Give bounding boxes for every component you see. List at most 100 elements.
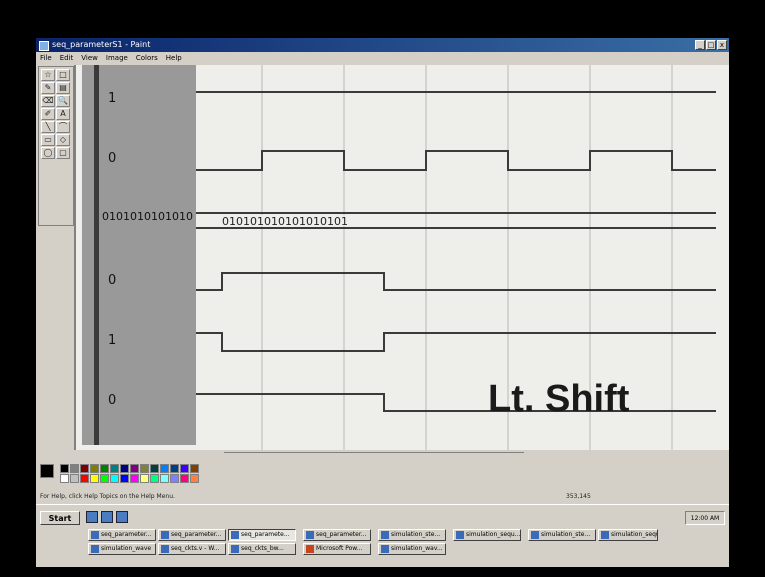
waveform-display: 010101010101010101 — [196, 65, 716, 450]
eraser-tool-icon[interactable]: ✎ — [41, 82, 55, 94]
palette-swatch[interactable] — [60, 464, 69, 473]
current-color-swatch[interactable] — [40, 464, 54, 478]
palette-swatch[interactable] — [160, 474, 169, 483]
palette-swatch[interactable] — [180, 464, 189, 473]
palette-swatch[interactable] — [120, 464, 129, 473]
drawing-canvas[interactable]: 1 0 0101010101010 0 1 0 0101010101010101… — [76, 65, 729, 450]
polygon-tool-icon[interactable]: ◇ — [56, 134, 70, 146]
palette-swatch[interactable] — [130, 464, 139, 473]
taskbar-window-button[interactable]: seq_parameter... — [158, 529, 226, 541]
title-bar: seq_parameterS1 - Paint _ □ x — [36, 38, 729, 52]
palette-swatch[interactable] — [120, 474, 129, 483]
palette-swatch[interactable] — [140, 464, 149, 473]
close-button[interactable]: x — [717, 40, 727, 50]
palette-swatch[interactable] — [190, 464, 199, 473]
palette-swatch[interactable] — [190, 474, 199, 483]
palette-swatch[interactable] — [80, 464, 89, 473]
taskbar-window-button[interactable]: simulation_sequ... — [453, 529, 521, 541]
signal-value-label: 0101010101010 — [102, 210, 193, 223]
menu-view[interactable]: View — [81, 52, 98, 64]
fill-tool-icon[interactable]: ▤ — [56, 82, 70, 94]
taskbar-window-button[interactable]: seq_ckts.v - W... — [158, 543, 226, 555]
signal-value-label: 0 — [108, 151, 117, 166]
palette-swatch[interactable] — [70, 474, 79, 483]
menu-file[interactable]: File — [40, 52, 52, 64]
system-clock: 12:00 AM — [685, 511, 725, 525]
palette-swatch[interactable] — [100, 464, 109, 473]
start-button[interactable]: Start — [40, 511, 80, 525]
rectangle-tool-icon[interactable]: ▭ — [41, 134, 55, 146]
taskbar-window-button[interactable]: Microsoft Pow... — [303, 543, 371, 555]
menu-image[interactable]: Image — [106, 52, 128, 64]
rect-select-tool-icon[interactable]: □ — [56, 69, 70, 81]
palette-swatch[interactable] — [170, 474, 179, 483]
overlay-annotation: Lt. Shift — [488, 378, 630, 420]
minimize-button[interactable]: _ — [695, 40, 705, 50]
taskbar-window-button[interactable]: simulation_wav... — [378, 543, 446, 555]
signal-value-label: 0 — [108, 393, 117, 408]
waveform-signal-3 — [196, 272, 716, 291]
window-title: seq_parameterS1 - Paint — [52, 40, 151, 49]
menu-edit[interactable]: Edit — [60, 52, 74, 64]
bus-value-text: 010101010101010101 — [222, 215, 348, 228]
taskbar-window-button[interactable]: simulation_ste... — [528, 529, 596, 541]
taskbar-window-button[interactable]: simulation_sequ... — [598, 529, 658, 541]
taskbar-window-button[interactable]: seq_parameter... — [88, 529, 156, 541]
window-controls: _ □ x — [695, 40, 727, 50]
rounded-rect-tool-icon[interactable]: ▢ — [56, 147, 70, 159]
palette-swatch[interactable] — [140, 474, 149, 483]
taskbar-window-button[interactable]: seq_ckts_bw... — [228, 543, 296, 555]
pencil-tool-icon[interactable]: ✐ — [41, 108, 55, 120]
column-divider — [94, 65, 99, 445]
palette-swatch[interactable] — [110, 474, 119, 483]
scroll-thumb[interactable] — [224, 452, 524, 459]
palette-swatch[interactable] — [80, 474, 89, 483]
picker-tool-icon[interactable]: ⌫ — [41, 95, 55, 107]
free-select-tool-icon[interactable]: ☆ — [41, 69, 55, 81]
curve-tool-icon[interactable]: ⌒ — [56, 121, 70, 133]
palette-swatch[interactable] — [150, 464, 159, 473]
text-tool-icon[interactable]: A — [56, 108, 70, 120]
horizontal-scrollbar[interactable] — [74, 450, 729, 460]
menu-help[interactable]: Help — [166, 52, 182, 64]
signal-value-label: 1 — [108, 91, 117, 106]
paint-app-icon — [39, 41, 49, 51]
palette-swatch[interactable] — [90, 464, 99, 473]
palette-swatch[interactable] — [110, 464, 119, 473]
palette-swatch[interactable] — [160, 464, 169, 473]
palette-swatch[interactable] — [150, 474, 159, 483]
line-tool-icon[interactable]: ╲ — [41, 121, 55, 133]
waveform-signal-4 — [196, 332, 716, 352]
magnifier-tool-icon[interactable]: 🔍 — [56, 95, 70, 107]
palette-swatch[interactable] — [170, 464, 179, 473]
browser-icon[interactable] — [101, 511, 113, 523]
palette-swatch[interactable] — [90, 474, 99, 483]
ellipse-tool-icon[interactable]: ◯ — [41, 147, 55, 159]
palette-swatch[interactable] — [70, 464, 79, 473]
palette-swatch[interactable] — [100, 474, 109, 483]
waveform-clock — [196, 150, 716, 171]
desktop-screen: seq_parameterS1 - Paint _ □ x File Edit … — [36, 38, 729, 567]
color-palette — [40, 462, 210, 486]
signal-name-column: 1 0 0101010101010 0 1 0 — [82, 65, 196, 445]
taskbar: Start seq_parameter... seq_parameter... se… — [36, 504, 729, 567]
palette-swatch[interactable] — [130, 474, 139, 483]
taskbar-window-button[interactable]: simulation_wave — [88, 543, 156, 555]
taskbar-window-button[interactable]: seq_parameter... — [303, 529, 371, 541]
quick-launch — [86, 511, 128, 523]
show-desktop-icon[interactable] — [86, 511, 98, 523]
menu-colors[interactable]: Colors — [136, 52, 158, 64]
palette-swatch[interactable] — [180, 474, 189, 483]
taskbar-window-button[interactable]: seq_paramete... — [228, 529, 296, 541]
signal-value-label: 0 — [108, 273, 117, 288]
tool-box: ☆ □ ✎ ▤ ⌫ 🔍 ✐ A ╲ ⌒ ▭ ◇ ◯ ▢ — [38, 66, 74, 226]
media-icon[interactable] — [116, 511, 128, 523]
status-help-text: For Help, click Help Topics on the Help … — [40, 493, 175, 500]
taskbar-window-button[interactable]: simulation_ste... — [378, 529, 446, 541]
canvas-area: 1 0 0101010101010 0 1 0 0101010101010101… — [74, 65, 729, 450]
status-bar: For Help, click Help Topics on the Help … — [36, 492, 729, 502]
maximize-button[interactable]: □ — [706, 40, 716, 50]
menu-bar: File Edit View Image Colors Help — [36, 52, 729, 64]
palette-swatch[interactable] — [60, 474, 69, 483]
status-coordinates: 353,145 — [566, 493, 591, 500]
